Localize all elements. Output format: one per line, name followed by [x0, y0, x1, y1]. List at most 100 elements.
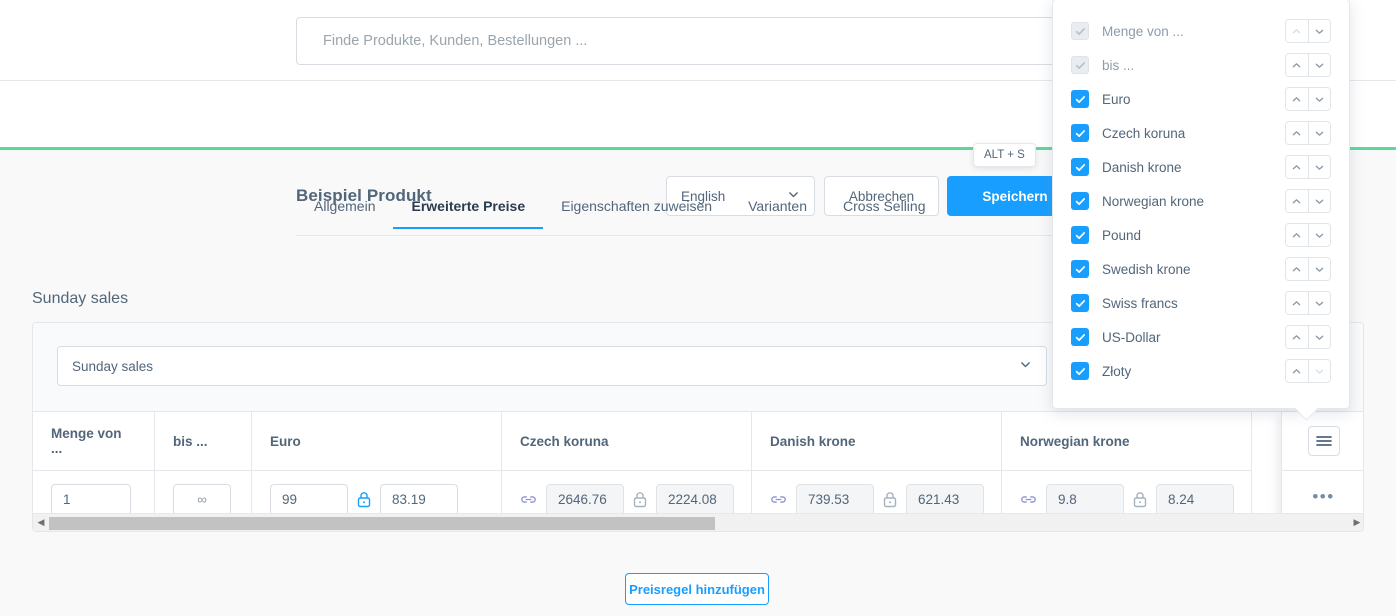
norwegian-net-input[interactable]	[1156, 483, 1234, 516]
column-option-label: Euro	[1102, 91, 1131, 107]
link-icon[interactable]	[1020, 491, 1037, 508]
tab-bar-divider	[296, 235, 1086, 236]
move-down-button[interactable]	[1307, 326, 1330, 348]
move-up-button[interactable]	[1286, 190, 1308, 212]
euro-gross-input[interactable]	[270, 483, 348, 516]
move-down-button[interactable]	[1307, 258, 1330, 280]
column-option-label: Swedish krone	[1102, 261, 1191, 277]
lock-icon[interactable]	[1133, 491, 1147, 508]
column-option-danish-krone: Danish krone	[1053, 150, 1349, 184]
product-detail-page: Beispiel Produkt English Abbrechen Speic…	[0, 0, 1396, 616]
move-up-button[interactable]	[1286, 54, 1308, 76]
move-up-button[interactable]	[1286, 156, 1308, 178]
column-option-label: US-Dollar	[1102, 329, 1161, 345]
column-option-label: Czech koruna	[1102, 125, 1186, 141]
checkbox-swiss-francs[interactable]	[1071, 294, 1089, 312]
move-down-button	[1307, 360, 1330, 382]
tab-bar: Allgemein Erweiterte Preise Eigenschaften …	[296, 190, 1086, 236]
quantity-to-input[interactable]	[173, 483, 231, 516]
move-down-button[interactable]	[1307, 20, 1330, 42]
move-down-button[interactable]	[1307, 88, 1330, 110]
move-up-button[interactable]	[1286, 360, 1308, 382]
czech-net-input[interactable]	[656, 483, 734, 516]
move-up-button[interactable]	[1286, 326, 1308, 348]
checkbox-czech-koruna[interactable]	[1071, 124, 1089, 142]
column-option-label: Pound	[1102, 227, 1142, 243]
checkbox-pound[interactable]	[1071, 226, 1089, 244]
move-up-button[interactable]	[1286, 258, 1308, 280]
column-order-controls	[1285, 291, 1331, 315]
tab-eigenschaften-zuweisen[interactable]: Eigenschaften zuweisen	[543, 190, 730, 229]
column-order-controls	[1285, 257, 1331, 281]
column-header-quantity-to[interactable]: bis ...	[155, 412, 252, 470]
euro-net-input[interactable]	[380, 483, 458, 516]
scrollbar-thumb[interactable]	[49, 516, 715, 530]
tab-varianten[interactable]: Varianten	[730, 190, 825, 229]
column-order-controls	[1285, 121, 1331, 145]
column-option-label: Danish krone	[1102, 159, 1182, 175]
checkbox-bis	[1071, 56, 1089, 74]
price-rule-select[interactable]: Sunday sales	[57, 346, 1047, 386]
column-option-label: Norwegian krone	[1102, 193, 1205, 209]
column-order-controls	[1285, 155, 1331, 179]
save-shortcut-tooltip: ALT + S	[973, 143, 1036, 167]
tab-allgemein[interactable]: Allgemein	[296, 190, 393, 229]
table-actions-header	[1281, 412, 1363, 470]
column-option-menge-von: Menge von ...	[1053, 14, 1349, 48]
move-down-button[interactable]	[1307, 190, 1330, 212]
move-up-button[interactable]	[1286, 122, 1308, 144]
checkbox-danish-krone[interactable]	[1071, 158, 1089, 176]
link-icon[interactable]	[770, 491, 787, 508]
column-order-controls	[1285, 359, 1331, 383]
row-context-menu-button[interactable]: •••	[1312, 488, 1334, 508]
move-down-button[interactable]	[1307, 292, 1330, 314]
column-header-norwegian-krone[interactable]: Norwegian krone	[1002, 412, 1252, 470]
scrollbar-track[interactable]	[49, 516, 1349, 530]
czech-gross-input[interactable]	[546, 483, 624, 516]
search-input[interactable]	[296, 17, 1086, 65]
lock-icon[interactable]	[883, 491, 897, 508]
checkbox-z-oty[interactable]	[1071, 362, 1089, 380]
move-down-button[interactable]	[1307, 54, 1330, 76]
column-header-euro[interactable]: Euro	[252, 412, 502, 470]
danish-net-input[interactable]	[906, 483, 984, 516]
norwegian-gross-input[interactable]	[1046, 483, 1124, 516]
quantity-from-input[interactable]	[51, 483, 131, 516]
column-order-controls	[1285, 325, 1331, 349]
checkbox-norwegian-krone[interactable]	[1071, 192, 1089, 210]
checkbox-euro[interactable]	[1071, 90, 1089, 108]
move-down-button[interactable]	[1307, 122, 1330, 144]
move-up-button[interactable]	[1286, 224, 1308, 246]
lock-icon[interactable]	[357, 491, 371, 508]
column-header-quantity-from[interactable]: Menge von ...	[33, 412, 155, 470]
add-price-rule-button[interactable]: Preisregel hinzufügen	[625, 573, 769, 605]
lock-icon[interactable]	[633, 491, 647, 508]
scroll-left-arrow[interactable]: ◀	[33, 517, 49, 528]
column-header-danish-krone[interactable]: Danish krone	[752, 412, 1002, 470]
column-option-label: Złoty	[1102, 363, 1132, 379]
move-down-button[interactable]	[1307, 156, 1330, 178]
move-down-button[interactable]	[1307, 224, 1330, 246]
checkbox-swedish-krone[interactable]	[1071, 260, 1089, 278]
tab-cross-selling[interactable]: Cross Selling	[825, 190, 943, 229]
checkbox-us-dollar[interactable]	[1071, 328, 1089, 346]
column-order-controls	[1285, 223, 1331, 247]
column-settings-button[interactable]	[1307, 426, 1340, 456]
column-option-label: bis ...	[1102, 57, 1135, 73]
horizontal-scrollbar[interactable]: ◀ ▶	[33, 513, 1363, 531]
column-order-controls	[1285, 189, 1331, 213]
column-header-czech-koruna[interactable]: Czech koruna	[502, 412, 752, 470]
scroll-right-arrow[interactable]: ▶	[1349, 517, 1363, 528]
danish-gross-input[interactable]	[796, 483, 874, 516]
column-order-controls	[1285, 53, 1331, 77]
price-rule-select-value: Sunday sales	[72, 358, 154, 374]
column-option-us-dollar: US-Dollar	[1053, 320, 1349, 354]
link-icon[interactable]	[520, 491, 537, 508]
chevron-down-icon	[1019, 358, 1032, 374]
move-up-button[interactable]	[1286, 88, 1308, 110]
move-up-button[interactable]	[1286, 292, 1308, 314]
move-up-button	[1286, 20, 1308, 42]
column-order-controls	[1285, 19, 1331, 43]
tab-erweiterte-preise[interactable]: Erweiterte Preise	[393, 190, 543, 229]
table-actions-column: •••	[1281, 412, 1363, 528]
